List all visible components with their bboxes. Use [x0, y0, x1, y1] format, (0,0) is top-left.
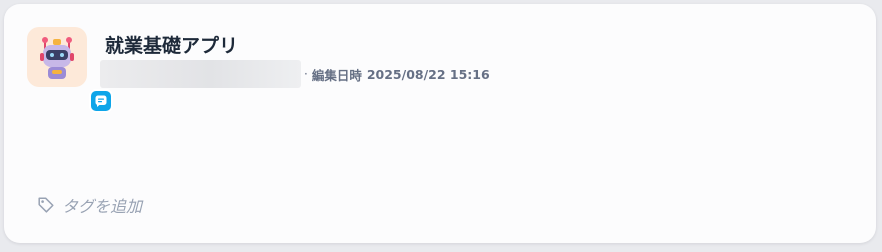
- tag-icon: [38, 197, 54, 213]
- meta-separator: ·: [304, 67, 308, 81]
- chat-badge: [89, 89, 113, 113]
- app-icon: [27, 27, 113, 113]
- app-meta: · 編集日時 2025/08/22 15:16: [100, 60, 490, 88]
- chat-bubble-icon: [95, 95, 107, 107]
- edit-label: 編集日時: [311, 67, 362, 83]
- robot-icon: [40, 37, 74, 79]
- app-card[interactable]: 就業基礎アプリ · 編集日時 2025/08/22 15:16 タグを追加: [4, 4, 876, 243]
- app-title: 就業基礎アプリ: [105, 35, 239, 57]
- add-tag-button[interactable]: タグを追加: [37, 193, 142, 217]
- author-name-placeholder: [100, 60, 301, 88]
- add-tag-label: タグを追加: [62, 197, 143, 216]
- edit-timestamp: 2025/08/22 15:16: [366, 66, 490, 82]
